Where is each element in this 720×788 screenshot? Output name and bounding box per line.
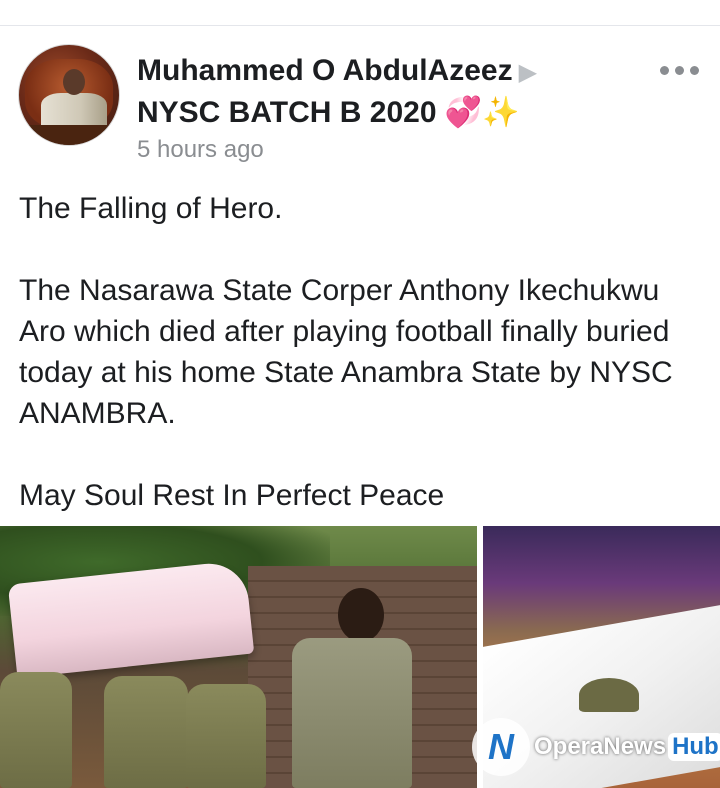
group-line: NYSC BATCH B 2020 💞✨ xyxy=(137,95,520,131)
top-divider xyxy=(0,25,720,26)
watermark-brand: OperaNews xyxy=(534,733,667,760)
photo-pallbearer xyxy=(0,672,72,788)
post-paragraph: May Soul Rest In Perfect Peace xyxy=(19,479,445,512)
photo-mourner-head xyxy=(338,588,384,642)
author-avatar[interactable] xyxy=(18,44,120,146)
group-emojis: 💞✨ xyxy=(444,96,520,129)
more-dot xyxy=(690,66,699,75)
arrow-right-icon: ▶ xyxy=(518,59,538,86)
post-timestamp[interactable]: 5 hours ago xyxy=(137,135,264,165)
more-options-icon[interactable] xyxy=(660,66,699,75)
more-dot xyxy=(660,66,669,75)
author-line: Muhammed O AbdulAzeez ▶ xyxy=(137,54,537,90)
photo-pallbearer xyxy=(104,676,188,788)
post-paragraph: The Nasarawa State Corper Anthony Ikechu… xyxy=(19,274,673,430)
more-dot xyxy=(675,66,684,75)
watermark-text: OperaNews Hub xyxy=(534,733,720,761)
post-photo-burial[interactable] xyxy=(0,526,477,788)
group-name[interactable]: NYSC BATCH B 2020 xyxy=(137,96,437,129)
photo-mourner xyxy=(292,638,412,788)
post-paragraph: The Falling of Hero. xyxy=(19,192,283,225)
post-body: The Falling of Hero. The Nasarawa State … xyxy=(19,188,711,516)
operanews-logo-icon: N xyxy=(472,718,530,776)
author-name[interactable]: Muhammed O AbdulAzeez xyxy=(137,54,513,87)
photo-pallbearer xyxy=(186,684,266,788)
watermark-hub: Hub xyxy=(668,733,720,761)
operanews-watermark: N OperaNews Hub xyxy=(472,718,720,776)
avatar-face-shape xyxy=(63,69,85,95)
avatar-floor-shape xyxy=(19,125,119,145)
photo-cap xyxy=(579,678,639,712)
